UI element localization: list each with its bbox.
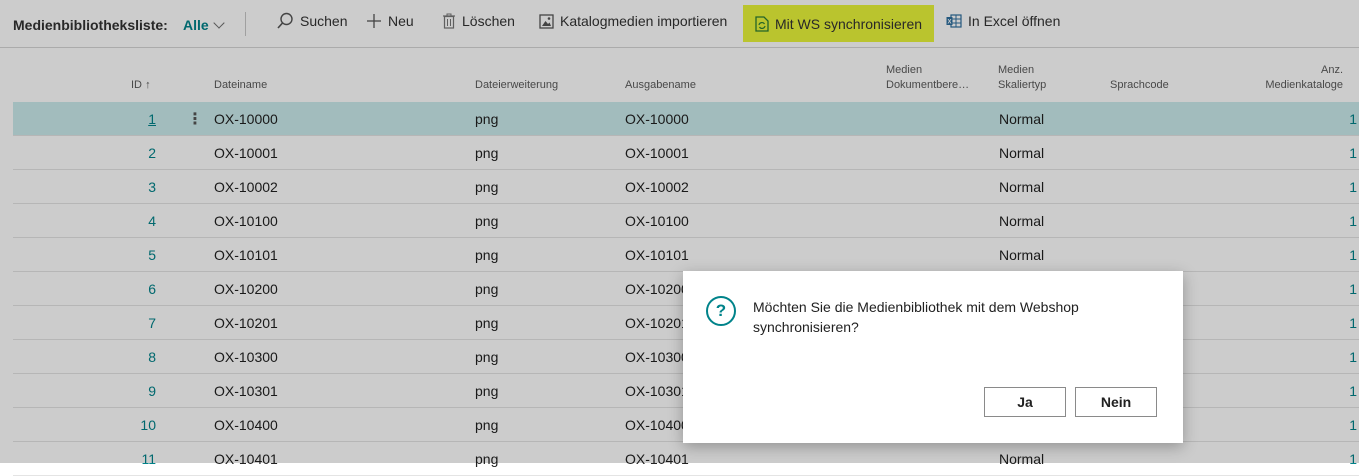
question-icon: ? [706, 296, 736, 326]
no-button[interactable]: Nein [1075, 387, 1157, 417]
dialog-message: Möchten Sie die Medienbibliothek mit dem… [753, 299, 1079, 335]
confirm-dialog: ? Möchten Sie die Medienbibliothek mit d… [683, 271, 1183, 443]
yes-button[interactable]: Ja [984, 387, 1066, 417]
